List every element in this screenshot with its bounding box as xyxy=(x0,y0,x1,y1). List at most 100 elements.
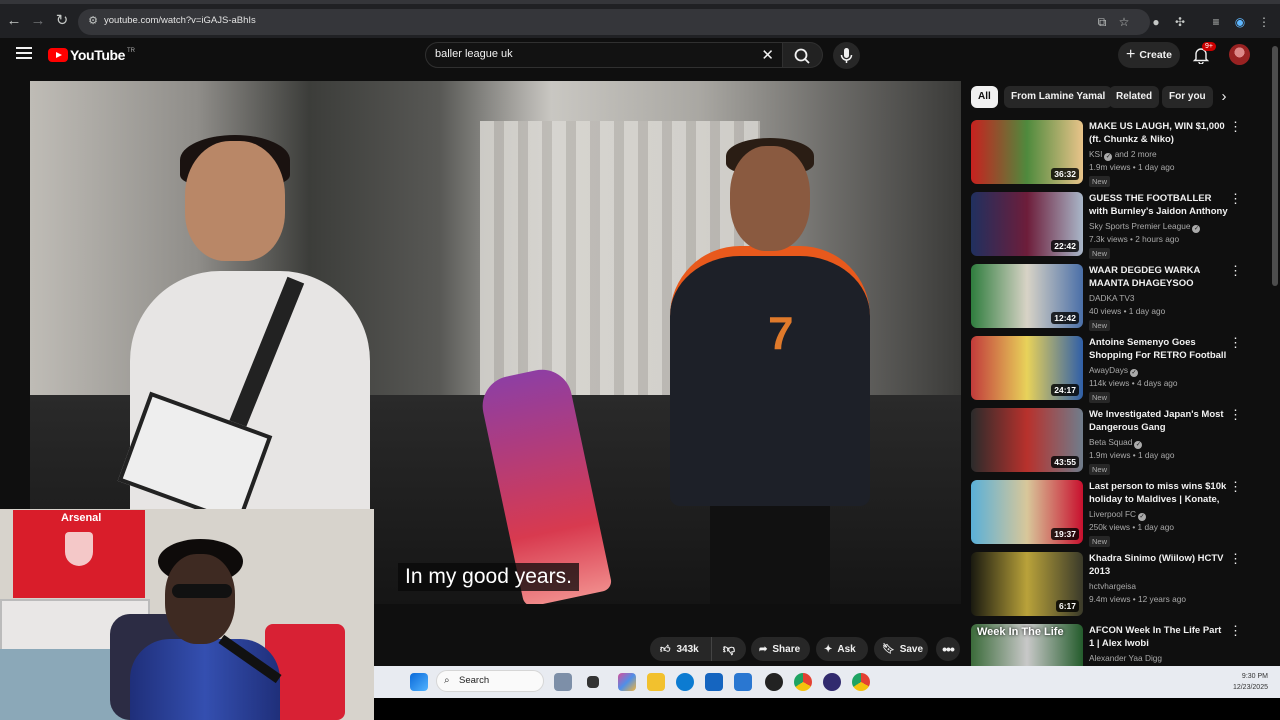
video-thumbnail[interactable]: 43:55 xyxy=(971,408,1083,472)
taskbar-search[interactable]: ⌕ Search xyxy=(436,670,544,692)
share-button[interactable]: ➦ Share xyxy=(751,637,810,661)
page-scrollbar[interactable] xyxy=(1270,38,1280,666)
store-icon[interactable] xyxy=(705,673,723,691)
video-thumbnail[interactable]: 6:17 xyxy=(971,552,1083,616)
scrollbar-thumb[interactable] xyxy=(1272,46,1278,286)
recommendation-item[interactable]: 24:17 Antoine Semenyo Goes Shopping For R… xyxy=(971,336,1242,403)
recommendation-item[interactable]: 43:55 We Investigated Japan's Most Danger… xyxy=(971,408,1242,475)
obs-icon[interactable] xyxy=(823,673,841,691)
chevron-right-icon[interactable]: › xyxy=(1214,86,1234,108)
video-caption: In my good years. xyxy=(398,563,579,591)
more-actions-button[interactable]: ••• xyxy=(936,637,960,661)
mail-icon[interactable] xyxy=(734,673,752,691)
site-info-icon[interactable]: ⚙ xyxy=(86,14,100,28)
new-badge: New xyxy=(1089,248,1111,259)
arsenal-flag: Arsenal xyxy=(13,510,145,598)
taskbar-search-icon: ⌕ xyxy=(444,675,450,686)
channel-name[interactable]: Sky Sports Premier League ✓ xyxy=(1089,221,1229,233)
more-vertical-icon[interactable]: ⋮ xyxy=(1229,336,1242,350)
chip-all[interactable]: All xyxy=(971,86,998,108)
search-button[interactable] xyxy=(783,42,823,68)
video-thumbnail[interactable]: 22:42 xyxy=(971,192,1083,256)
clear-search-icon[interactable]: ✕ xyxy=(761,46,774,64)
app-icon-dark[interactable] xyxy=(765,673,783,691)
video-thumbnail[interactable]: 19:37 xyxy=(971,480,1083,544)
voice-search-button[interactable] xyxy=(833,42,860,69)
browser-profile-icon[interactable]: ◉ xyxy=(1232,14,1248,30)
chrome-profile-icon[interactable] xyxy=(852,673,870,691)
video-title[interactable]: Khadra Sinimo (Wiilow) HCTV 2013 xyxy=(1089,552,1229,578)
chrome-icon[interactable] xyxy=(794,673,812,691)
video-meta: 7.3k views • 2 hours ago xyxy=(1089,234,1180,244)
video-title[interactable]: We Investigated Japan's Most Dangerous G… xyxy=(1089,408,1229,434)
install-app-icon[interactable]: ⧉ xyxy=(1094,14,1110,30)
more-vertical-icon[interactable]: ⋮ xyxy=(1229,480,1242,494)
chip-related[interactable]: Related xyxy=(1109,86,1160,108)
file-explorer-icon[interactable] xyxy=(647,673,665,691)
bookmark-star-icon[interactable]: ☆ xyxy=(1116,14,1132,30)
forward-arrow-icon[interactable]: → xyxy=(28,11,48,31)
video-title[interactable]: WAAR DEGDEG WARKA MAANTA DHAGEYSOO #XOGT… xyxy=(1089,264,1229,290)
copilot-icon[interactable] xyxy=(618,673,636,691)
share-arrow-icon: ➦ xyxy=(759,643,768,655)
recommendation-item[interactable]: 12:42 WAAR DEGDEG WARKA MAANTA DHAGEYSOO … xyxy=(971,264,1242,331)
more-vertical-icon[interactable]: ⋮ xyxy=(1229,120,1242,134)
recommendation-item[interactable]: 6:17 Khadra Sinimo (Wiilow) HCTV 2013 hctv… xyxy=(971,552,1242,618)
menu-hamburger-icon[interactable] xyxy=(16,47,32,61)
video-duration: 24:17 xyxy=(1051,384,1079,396)
channel-name[interactable]: KSI ✓ and 2 more xyxy=(1089,149,1229,161)
youtube-logo[interactable]: YouTube TR xyxy=(48,46,135,64)
back-arrow-icon[interactable]: ← xyxy=(4,11,24,31)
more-vertical-icon[interactable]: ⋮ xyxy=(1229,192,1242,206)
video-title[interactable]: Last person to miss wins $10k holiday to… xyxy=(1089,480,1229,506)
extensions-puzzle-icon[interactable]: ✣ xyxy=(1172,14,1188,30)
search-input[interactable] xyxy=(435,48,735,60)
search-box[interactable]: ✕ xyxy=(425,42,783,68)
edge-icon[interactable] xyxy=(676,673,694,691)
more-vertical-icon[interactable]: ⋮ xyxy=(1229,624,1242,638)
channel-name[interactable]: Liverpool FC ✓ xyxy=(1089,509,1229,521)
recommendation-item[interactable]: 36:32 MAKE US LAUGH, WIN $1,000 (ft. Chun… xyxy=(971,120,1242,187)
video-thumbnail[interactable]: 36:32 xyxy=(971,120,1083,184)
media-controls-icon[interactable]: ≡ xyxy=(1208,14,1224,30)
browser-menu-icon[interactable]: ⋮ xyxy=(1256,14,1272,30)
recommendation-item[interactable]: 19:37 Last person to miss wins $10k holid… xyxy=(971,480,1242,547)
terminal-icon[interactable] xyxy=(587,676,599,688)
channel-name[interactable]: AwayDays ✓ xyxy=(1089,365,1229,377)
video-title[interactable]: GUESS THE FOOTBALLER with Burnley's Jaid… xyxy=(1089,192,1229,218)
channel-name[interactable]: Alexander Yaa Digg xyxy=(1089,653,1229,663)
chip-for-you[interactable]: For you xyxy=(1162,86,1213,108)
ask-button[interactable]: ✦ Ask xyxy=(816,637,868,661)
more-vertical-icon[interactable]: ⋮ xyxy=(1229,408,1242,422)
save-button[interactable]: 🔖︎ Save xyxy=(874,637,928,661)
video-title[interactable]: AFCON Week In The Life Part 1 | Alex Iwo… xyxy=(1089,624,1229,650)
profile-circle-icon[interactable]: ● xyxy=(1148,14,1164,30)
channel-name[interactable]: hctvhargeisa xyxy=(1089,581,1229,591)
video-title[interactable]: Antoine Semenyo Goes Shopping For RETRO … xyxy=(1089,336,1229,362)
create-button[interactable]: + Create xyxy=(1118,42,1180,68)
video-title[interactable]: MAKE US LAUGH, WIN $1,000 (ft. Chunkz & … xyxy=(1089,120,1229,146)
more-vertical-icon[interactable]: ⋮ xyxy=(1229,552,1242,566)
reload-icon[interactable]: ↻ xyxy=(52,11,72,31)
more-vertical-icon[interactable]: ⋮ xyxy=(1229,264,1242,278)
task-view-icon[interactable] xyxy=(554,673,572,691)
like-count: 343k xyxy=(676,643,699,655)
channel-name[interactable]: Beta Squad ✓ xyxy=(1089,437,1229,449)
address-bar[interactable]: ⚙ youtube.com/watch?v=iGAJS-aBhIs xyxy=(78,9,1150,35)
account-avatar[interactable] xyxy=(1229,44,1250,65)
youtube-header: YouTube TR ✕ + Create 9+ xyxy=(0,38,1280,74)
windows-start-icon[interactable] xyxy=(410,673,428,691)
recommendation-item[interactable]: 22:42 GUESS THE FOOTBALLER with Burnley's… xyxy=(971,192,1242,259)
video-meta: 1.9m views • 1 day ago xyxy=(1089,162,1175,172)
video-thumbnail[interactable]: 12:42 xyxy=(971,264,1083,328)
dislike-button[interactable]: 👎︎ xyxy=(712,642,746,657)
channel-name[interactable]: DADKA TV3 xyxy=(1089,293,1229,303)
arsenal-crest-icon xyxy=(65,532,93,566)
new-badge: New xyxy=(1089,176,1111,187)
chip-from-lamine-yamal[interactable]: From Lamine Yamal xyxy=(1004,86,1113,108)
video-thumbnail[interactable]: 24:17 xyxy=(971,336,1083,400)
taskbar-clock[interactable]: 9:30 PM 12/23/2025 xyxy=(1233,671,1268,693)
notifications-button[interactable]: 9+ xyxy=(1192,42,1216,65)
verified-check-icon: ✓ xyxy=(1192,225,1201,233)
like-button[interactable]: 👍︎ 343k xyxy=(650,637,712,661)
